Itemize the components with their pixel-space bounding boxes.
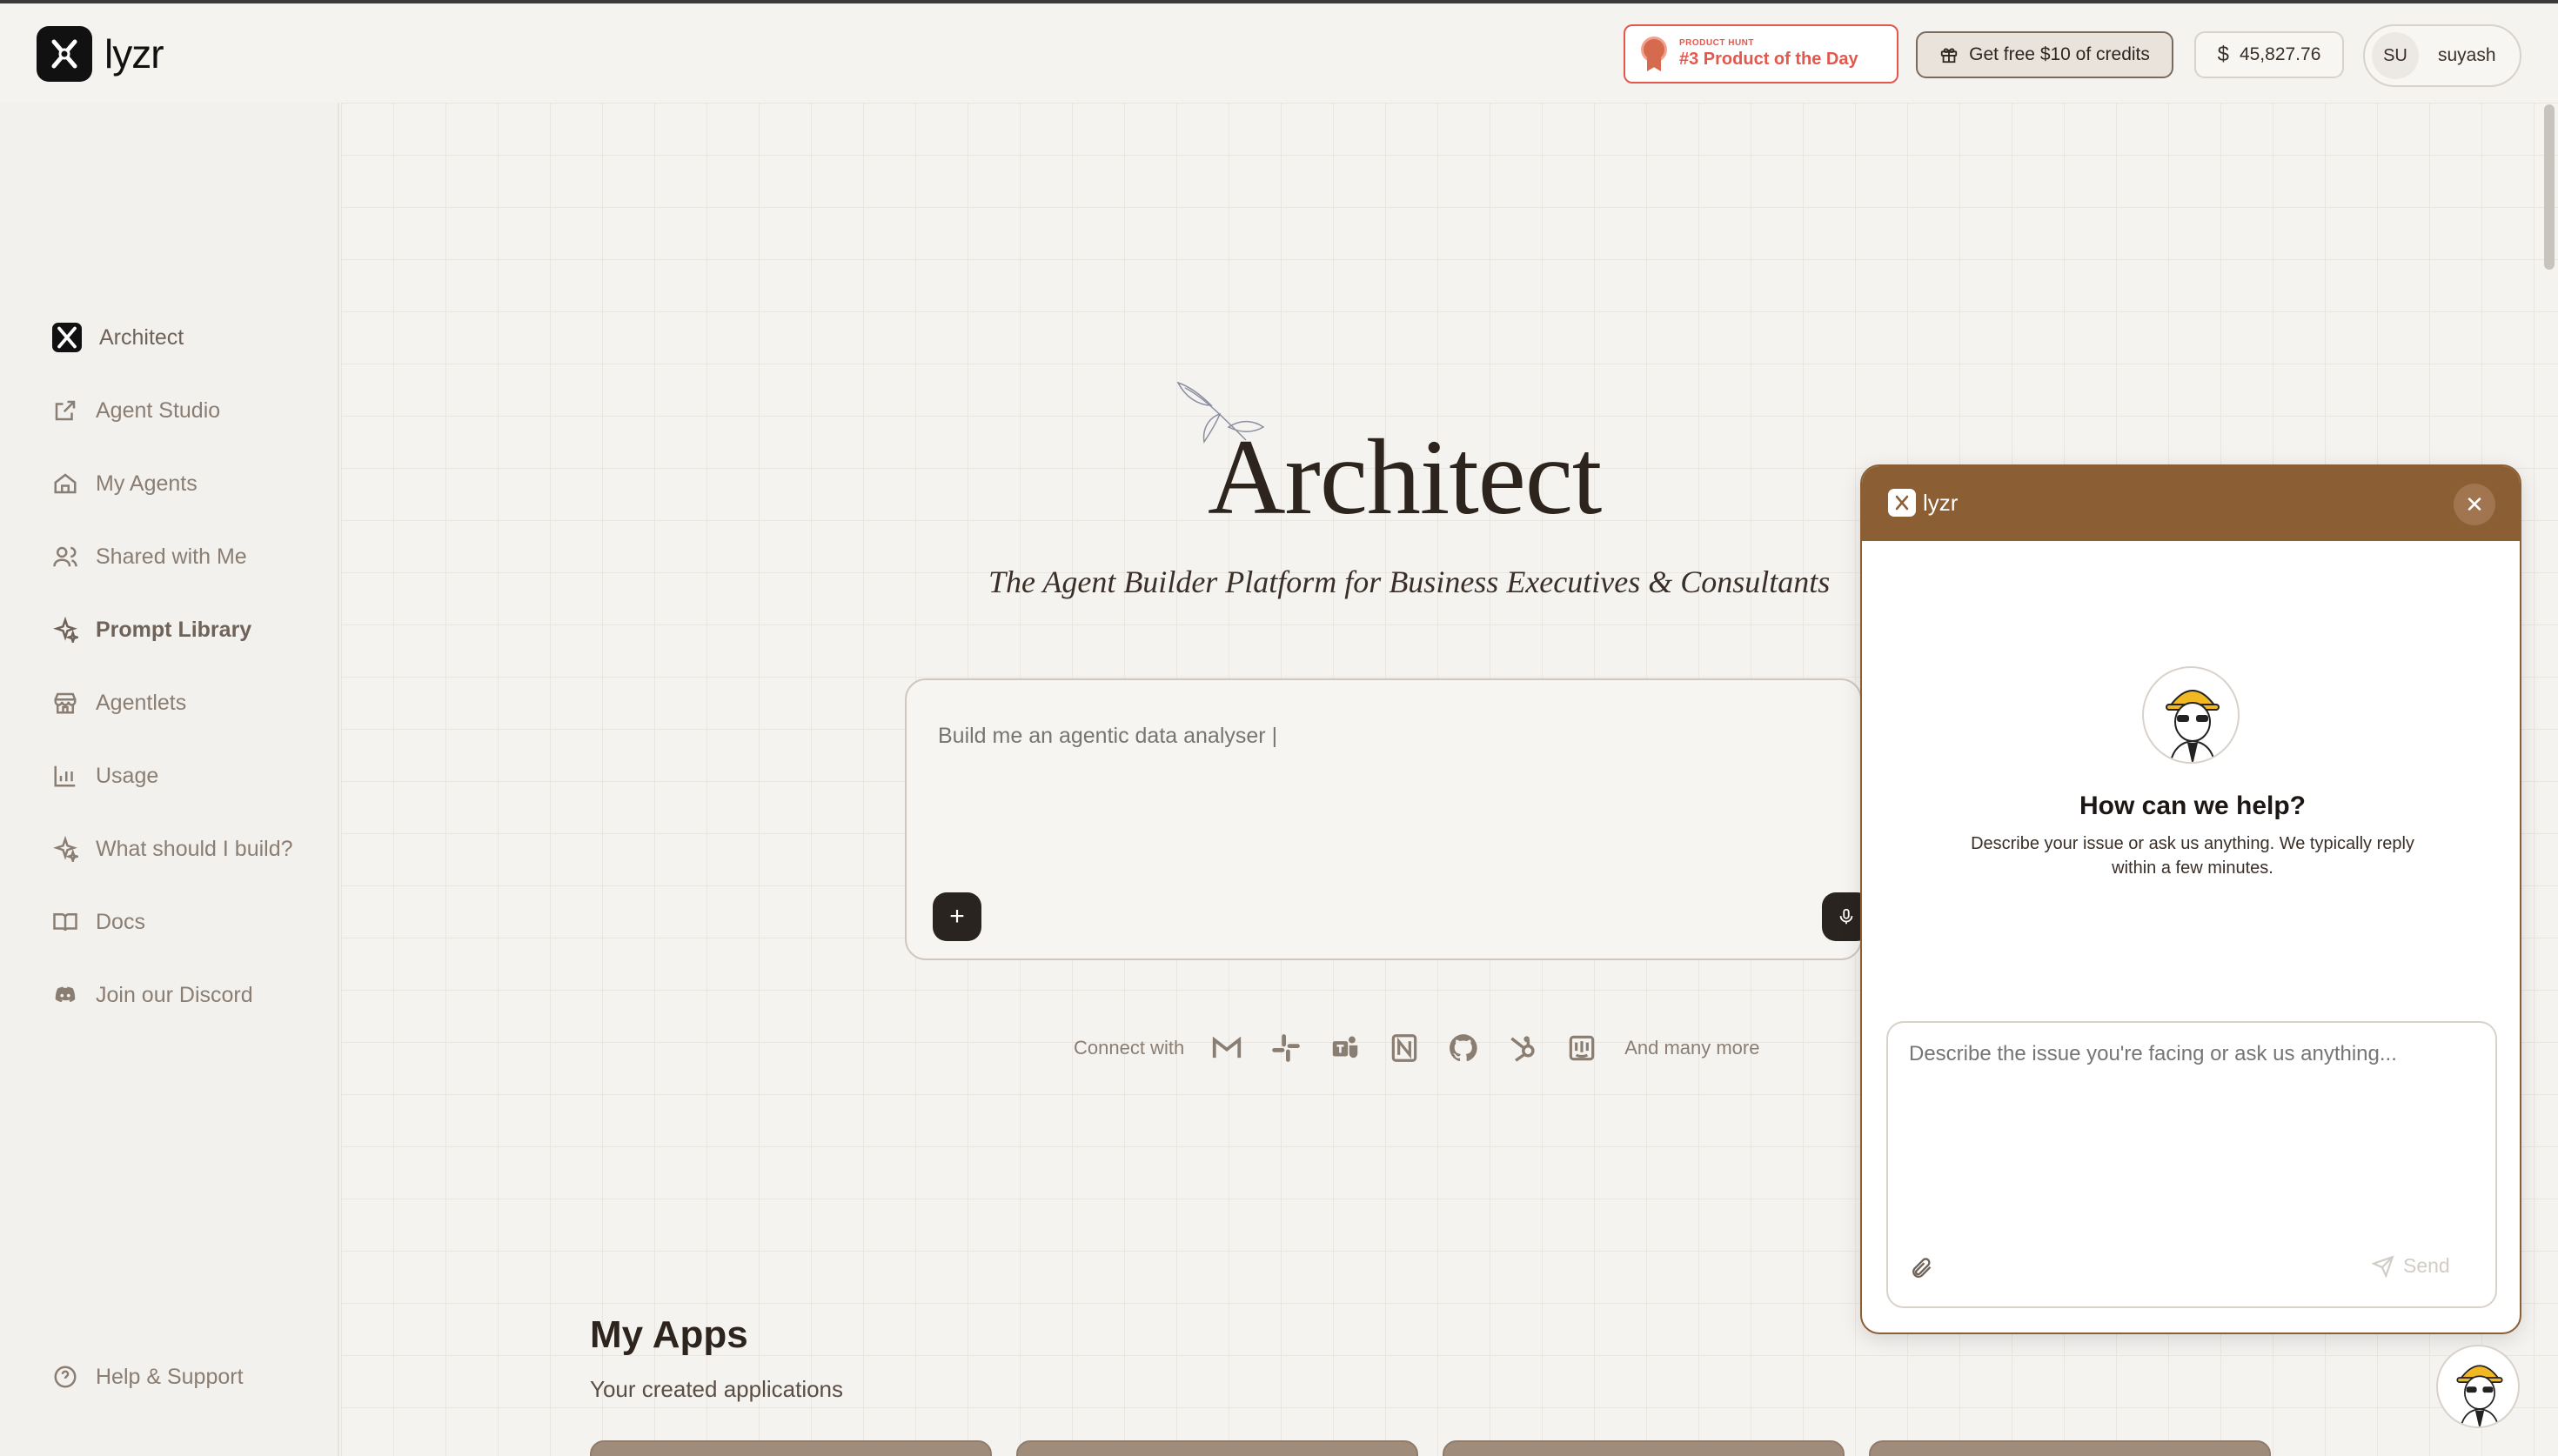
chat-close-button[interactable]: ✕ — [2454, 484, 2495, 525]
app-card[interactable] — [590, 1440, 992, 1456]
teams-icon[interactable] — [1329, 1032, 1362, 1065]
brand-name: lyzr — [104, 31, 164, 77]
architect-icon — [52, 323, 82, 352]
discord-icon — [55, 986, 76, 1003]
sidebar-nav: Architect Agent Studio My Agents Shared … — [52, 301, 293, 1032]
app-card[interactable] — [1869, 1440, 2271, 1456]
sidebar-item-agentlets[interactable]: Agentlets — [52, 666, 293, 739]
product-hunt-badge[interactable]: PRODUCT HUNT #3 Product of the Day — [1624, 24, 1898, 83]
send-label: Send — [2403, 1254, 2450, 1277]
app-card[interactable] — [1016, 1440, 1418, 1456]
sidebar-item-docs[interactable]: Docs — [52, 885, 293, 958]
sidebar-item-what-should-i-build[interactable]: What should I build? — [52, 812, 293, 885]
book-icon — [53, 913, 77, 932]
chat-brand: lyzr — [1888, 489, 1958, 517]
chat-heading: How can we help? — [2079, 791, 2307, 820]
sidebar-item-label: Usage — [96, 763, 159, 788]
support-agent-avatar — [2142, 666, 2240, 764]
help-support-label: Help & Support — [96, 1364, 244, 1389]
sidebar-item-shared-with-me[interactable]: Shared with Me — [52, 520, 293, 593]
chat-launcher-button[interactable] — [2436, 1345, 2520, 1428]
add-attachment-button[interactable]: + — [933, 892, 981, 941]
chat-description: Describe your issue or ask us anything. … — [1971, 834, 2414, 878]
sidebar-item-agent-studio[interactable]: Agent Studio — [52, 374, 293, 447]
connect-more-label: And many more — [1624, 1037, 1760, 1059]
home-icon — [54, 473, 77, 494]
brand-logo[interactable]: lyzr — [37, 26, 164, 82]
sparkle-icon — [53, 617, 78, 643]
sidebar-item-label: Agent Studio — [96, 397, 221, 423]
sidebar-item-label: My Agents — [96, 471, 198, 496]
balance-value: 45,827.76 — [2239, 44, 2321, 64]
chat-message-input[interactable] — [1909, 1042, 2474, 1066]
microphone-icon — [1839, 908, 1853, 925]
external-edit-icon — [55, 400, 76, 421]
connect-label: Connect with — [1074, 1037, 1185, 1059]
free-credits-button[interactable]: Get free $10 of credits — [1916, 31, 2173, 78]
plus-icon: + — [949, 902, 965, 931]
chat-brand-name: lyzr — [1923, 489, 1959, 516]
dollar-icon: $ — [2217, 43, 2229, 66]
intercom-icon[interactable] — [1565, 1032, 1598, 1065]
chat-input-box: Send — [1886, 1021, 2497, 1308]
sidebar-item-label: Shared with Me — [96, 544, 247, 569]
app-card[interactable] — [1443, 1440, 1845, 1456]
hubspot-icon[interactable] — [1506, 1032, 1539, 1065]
my-apps-subtitle: Your created applications — [590, 1376, 844, 1402]
store-icon — [54, 692, 77, 714]
close-icon: ✕ — [2465, 491, 2484, 518]
sidebar-item-prompt-library[interactable]: Prompt Library — [52, 593, 293, 666]
page-title: Architect — [1208, 417, 1602, 537]
sidebar-item-discord[interactable]: Join our Discord — [52, 958, 293, 1032]
page-subtitle: The Agent Builder Platform for Business … — [988, 564, 1831, 599]
sparkle-icon — [53, 836, 78, 862]
avatar: SU — [2372, 32, 2419, 79]
product-hunt-rank: #3 Product of the Day — [1679, 50, 1858, 69]
support-agent-avatar — [2456, 1365, 2503, 1426]
chat-header: lyzr ✕ — [1862, 466, 2520, 541]
paperclip-icon[interactable] — [1909, 1256, 1933, 1280]
lyzr-logo-icon — [1888, 489, 1916, 517]
sidebar-item-my-agents[interactable]: My Agents — [52, 447, 293, 520]
lyzr-logo-icon — [37, 26, 92, 82]
chat-send-button[interactable]: Send — [2372, 1254, 2450, 1278]
users-icon — [53, 546, 77, 567]
sidebar-item-label: What should I build? — [96, 836, 293, 861]
help-support-link[interactable]: Help & Support — [52, 1364, 244, 1390]
sidebar-item-label: Docs — [96, 909, 145, 934]
sidebar-item-label: Architect — [99, 324, 184, 350]
help-icon — [54, 1366, 77, 1388]
sidebar-item-architect[interactable]: Architect — [52, 301, 293, 374]
medal-icon — [1641, 37, 1667, 71]
send-icon — [2372, 1254, 2394, 1278]
sidebar-item-usage[interactable]: Usage — [52, 739, 293, 812]
sidebar-item-label: Agentlets — [96, 690, 187, 715]
gmail-icon[interactable] — [1210, 1032, 1243, 1065]
github-icon[interactable] — [1447, 1032, 1480, 1065]
sidebar-item-label: Prompt Library — [96, 617, 252, 642]
sidebar: Architect Agent Studio My Agents Shared … — [0, 103, 339, 1456]
product-hunt-label: PRODUCT HUNT — [1679, 38, 1754, 48]
my-apps-title: My Apps — [590, 1313, 748, 1356]
gift-icon — [1940, 48, 1958, 63]
page-scrollbar[interactable] — [2544, 104, 2555, 270]
connect-row: Connect with And many more — [1074, 1032, 1759, 1065]
notion-icon[interactable] — [1388, 1032, 1421, 1065]
credit-balance[interactable]: $ 45,827.76 — [2194, 31, 2344, 78]
support-chat-widget: lyzr ✕ How can we help? Describe your is… — [1860, 464, 2521, 1334]
user-menu[interactable]: SU suyash — [2363, 24, 2521, 87]
sidebar-item-label: Join our Discord — [96, 982, 253, 1007]
prompt-box: + — [905, 678, 1871, 960]
slack-icon[interactable] — [1269, 1032, 1302, 1065]
bar-chart-icon — [54, 765, 76, 787]
top-header: lyzr PRODUCT HUNT #3 Product of the Day … — [0, 3, 2558, 103]
prompt-input[interactable] — [938, 724, 1791, 749]
free-credits-label: Get free $10 of credits — [1969, 44, 2150, 64]
user-name: suyash — [2438, 45, 2496, 65]
